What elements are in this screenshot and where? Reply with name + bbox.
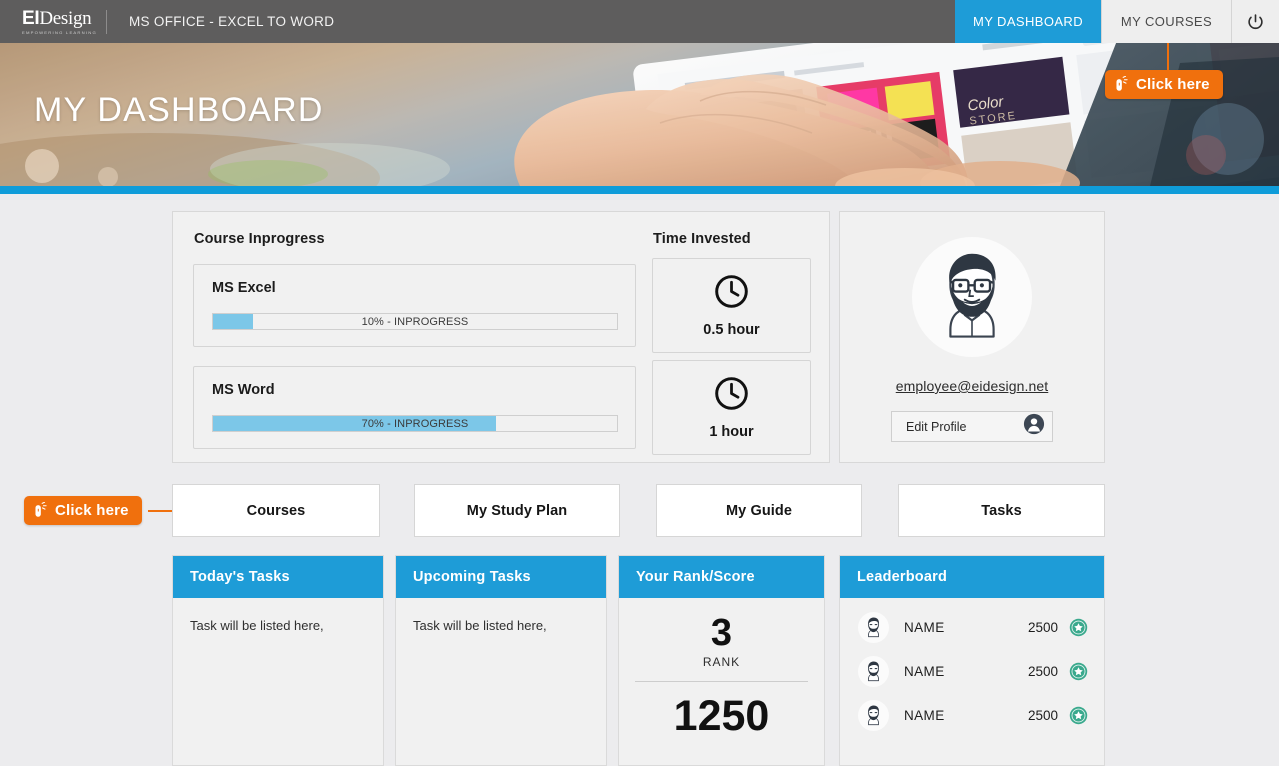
top-bar: EIDesign EMPOWERING LEARNING MS OFFICE -… <box>0 0 1279 43</box>
logo-text-bold: EI <box>22 7 40 29</box>
header-divider <box>106 9 107 34</box>
rank-score-body: 3 RANK 1250 <box>619 598 824 742</box>
star-badge-icon <box>1069 618 1088 637</box>
avatar <box>912 237 1032 357</box>
time-value-half-hour: 0.5 hour <box>703 322 760 338</box>
user-avatar-icon <box>949 253 996 338</box>
user-avatar-icon <box>868 661 879 681</box>
edit-profile-label: Edit Profile <box>906 419 967 434</box>
progress-label-excel: 10% - INPROGRESS <box>361 315 469 328</box>
list-item[interactable]: NAME 2500 <box>840 605 1104 649</box>
course-name-excel: MS Excel <box>212 280 276 296</box>
course-time-panel: Course Inprogress Time Invested MS Excel… <box>172 211 830 463</box>
leaderboard-score: 2500 <box>1027 619 1058 635</box>
rank-value: 3 <box>710 612 733 654</box>
score-value: 1250 <box>673 692 770 740</box>
quick-links-row: Click here Courses My Study Plan My Guid… <box>0 484 1279 537</box>
button-tasks[interactable]: Tasks <box>898 484 1105 537</box>
star-badge-icon <box>1069 662 1088 681</box>
mouse-cursor-icon <box>32 502 47 519</box>
logo-tagline: EMPOWERING LEARNING <box>22 29 97 35</box>
profile-panel: employee@eidesign.net Edit Profile <box>839 211 1105 463</box>
course-title: MS OFFICE - EXCEL TO WORD <box>129 14 335 29</box>
course-card-word[interactable]: MS Word 70% - INPROGRESS <box>193 366 636 449</box>
leaderboard-score: 2500 <box>1027 663 1058 679</box>
card-rank-score: Your Rank/Score 3 RANK 1250 <box>618 555 825 766</box>
card-title-rank-score: Your Rank/Score <box>619 556 824 598</box>
course-name-word: MS Word <box>212 382 275 398</box>
callout-click-here-top[interactable]: Click here <box>1105 70 1223 99</box>
nav-my-courses[interactable]: MY COURSES <box>1101 0 1231 43</box>
button-courses[interactable]: Courses <box>172 484 380 537</box>
list-item[interactable]: NAME 2500 <box>840 693 1104 737</box>
time-value-one-hour: 1 hour <box>709 424 754 440</box>
card-body-todays-tasks: Task will be listed here, <box>190 618 324 633</box>
callout-label-left: Click here <box>55 502 129 519</box>
progress-bar-word: 70% - INPROGRESS <box>212 415 618 432</box>
profile-email-link[interactable]: employee@eidesign.net <box>896 378 1049 394</box>
brand-logo[interactable]: EIDesign EMPOWERING LEARNING <box>0 7 96 35</box>
rank-label: RANK <box>702 655 741 669</box>
power-icon[interactable] <box>1231 0 1279 43</box>
card-body-upcoming-tasks: Task will be listed here, <box>413 618 547 633</box>
leaderboard-name: NAME <box>904 619 945 635</box>
user-avatar-icon <box>868 705 879 725</box>
clock-icon <box>713 273 750 315</box>
time-card-one-hour[interactable]: 1 hour <box>652 360 811 455</box>
time-invested-heading: Time Invested <box>653 231 751 247</box>
logo-text: EIDesign <box>22 7 92 29</box>
hero-banner: Color STORE MY DASHBOARD <box>0 43 1279 186</box>
leaderboard-name: NAME <box>904 707 945 723</box>
avatar <box>858 655 889 687</box>
card-leaderboard: Leaderboard NAME 2500 NAME 2500 NAME 250… <box>839 555 1105 766</box>
person-icon <box>1023 413 1045 440</box>
card-upcoming-tasks: Upcoming Tasks Task will be listed here, <box>395 555 607 766</box>
card-title-leaderboard: Leaderboard <box>840 556 1104 598</box>
card-title-todays-tasks: Today's Tasks <box>173 556 383 598</box>
callout-label-top: Click here <box>1136 76 1210 93</box>
progress-bar-excel: 10% - INPROGRESS <box>212 313 618 330</box>
course-inprogress-heading: Course Inprogress <box>194 231 325 247</box>
page-title: MY DASHBOARD <box>34 91 324 129</box>
progress-label-word: 70% - INPROGRESS <box>361 417 469 430</box>
user-avatar-icon <box>868 617 879 637</box>
callout-connector-left <box>148 510 174 512</box>
callout-connector-top <box>1167 43 1169 71</box>
avatar <box>858 611 889 643</box>
leaderboard-score: 2500 <box>1027 707 1058 723</box>
button-my-guide[interactable]: My Guide <box>656 484 862 537</box>
leaderboard-list: NAME 2500 NAME 2500 NAME 2500 <box>840 598 1104 737</box>
card-title-upcoming-tasks: Upcoming Tasks <box>396 556 606 598</box>
course-card-excel[interactable]: MS Excel 10% - INPROGRESS <box>193 264 636 347</box>
nav-my-dashboard[interactable]: MY DASHBOARD <box>954 0 1101 43</box>
button-my-study-plan[interactable]: My Study Plan <box>414 484 620 537</box>
avatar <box>858 699 889 731</box>
time-card-half-hour[interactable]: 0.5 hour <box>652 258 811 353</box>
list-item[interactable]: NAME 2500 <box>840 649 1104 693</box>
hero-accent-bar <box>0 186 1279 194</box>
leaderboard-name: NAME <box>904 663 945 679</box>
rank-divider <box>635 681 808 682</box>
star-badge-icon <box>1069 706 1088 725</box>
mouse-cursor-icon <box>1113 76 1128 93</box>
card-todays-tasks: Today's Tasks Task will be listed here, <box>172 555 384 766</box>
logo-text-light: Design <box>39 7 92 29</box>
clock-icon <box>713 375 750 417</box>
callout-click-here-left[interactable]: Click here <box>24 496 142 525</box>
edit-profile-button[interactable]: Edit Profile <box>891 411 1053 442</box>
